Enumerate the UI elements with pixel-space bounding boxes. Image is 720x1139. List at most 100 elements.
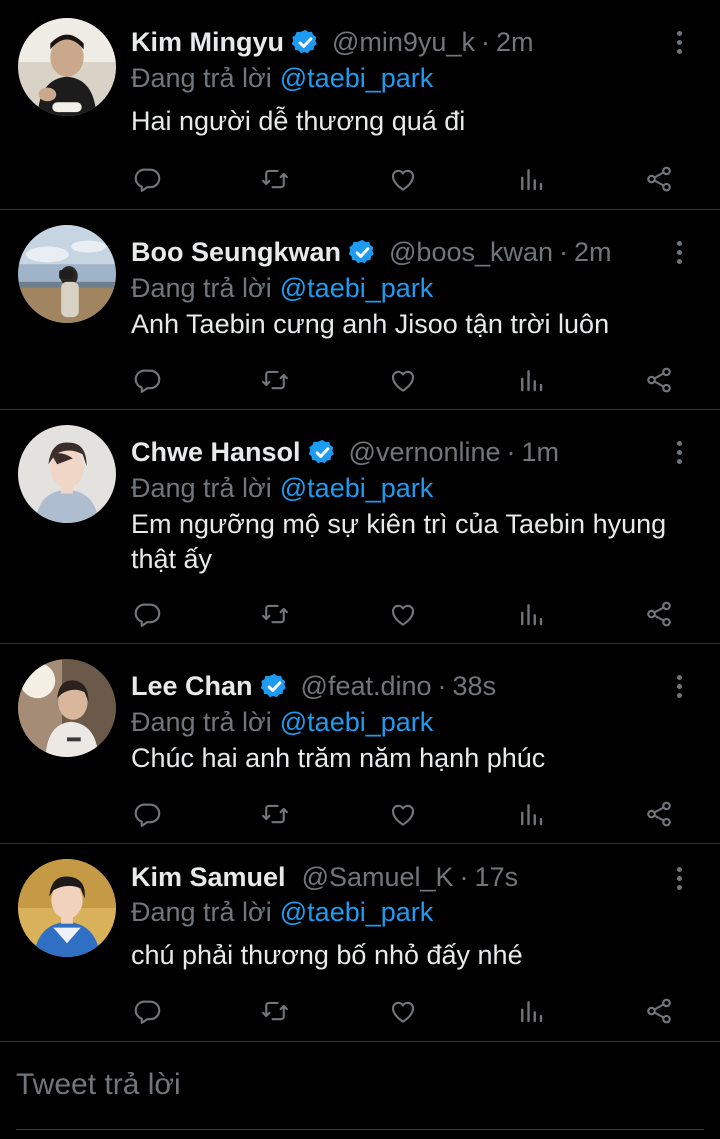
avatar-photo <box>18 425 116 523</box>
tweet-item[interactable]: Kim Samuel @Samuel_K · 17s Đang trả lời @… <box>0 844 720 1042</box>
retweet-icon <box>262 370 288 390</box>
replying-to-handle[interactable]: @taebi_park <box>280 897 434 927</box>
avatar[interactable] <box>18 425 116 523</box>
display-name[interactable]: Chwe Hansol <box>131 434 301 470</box>
display-name[interactable]: Lee Chan <box>131 668 253 704</box>
replying-to-label: Đang trả lời <box>131 897 272 927</box>
retweet-icon <box>262 169 288 189</box>
like-button[interactable] <box>386 994 420 1028</box>
tweet-text: chú phải thương bố nhỏ đấy nhé <box>131 940 523 970</box>
tweet-item[interactable]: Chwe Hansol @vernonline · 1m Đang trả lờ… <box>0 410 720 644</box>
tweet-item[interactable]: Lee Chan @feat.dino · 38s Đang trả lời @t… <box>0 644 720 844</box>
analytics-button[interactable] <box>514 797 548 831</box>
share-button[interactable] <box>642 597 676 631</box>
avatar[interactable] <box>18 225 116 323</box>
separator: · <box>559 237 569 267</box>
retweet-button[interactable] <box>258 597 292 631</box>
tweet-text: Hai người dễ thương quá đi <box>131 106 466 136</box>
like-button[interactable] <box>386 597 420 631</box>
handle[interactable]: @min9yu_k <box>332 24 475 60</box>
verified-badge-icon <box>260 673 286 697</box>
like-button[interactable] <box>386 797 420 831</box>
share-button[interactable] <box>642 797 676 831</box>
reply-button[interactable] <box>131 162 165 196</box>
share-button[interactable] <box>642 994 676 1028</box>
tweet-header: Kim Samuel @Samuel_K · 17s <box>131 859 518 895</box>
analytics-icon <box>521 169 543 191</box>
retweet-button[interactable] <box>258 363 292 397</box>
more-options-icon[interactable] <box>668 438 690 466</box>
reply-icon <box>134 803 161 827</box>
more-options-icon[interactable] <box>668 864 690 892</box>
display-name[interactable]: Boo Seungkwan <box>131 234 341 270</box>
timestamp[interactable]: 2m <box>574 234 612 270</box>
retweet-button[interactable] <box>258 162 292 196</box>
timestamp[interactable]: 2m <box>496 24 534 60</box>
replying-to-label: Đang trả lời <box>131 707 272 737</box>
replying-to-label: Đang trả lời <box>131 63 272 93</box>
analytics-button[interactable] <box>514 363 548 397</box>
retweet-icon <box>262 804 288 824</box>
avatar[interactable] <box>18 659 116 757</box>
more-options-icon[interactable] <box>668 238 690 266</box>
tweet-item[interactable]: Kim Mingyu @min9yu_k · 2m Đang trả lời @t… <box>0 0 720 210</box>
reply-thread: Kim Mingyu @min9yu_k · 2m Đang trả lời @t… <box>0 0 720 1139</box>
tweet-header: Kim Mingyu @min9yu_k · 2m <box>131 24 533 60</box>
more-options-icon[interactable] <box>668 28 690 56</box>
avatar-photo <box>18 18 116 116</box>
composer-underline <box>16 1129 704 1130</box>
replying-to-handle[interactable]: @taebi_park <box>280 473 434 503</box>
timestamp[interactable]: 17s <box>475 859 519 895</box>
more-options-icon[interactable] <box>668 672 690 700</box>
reply-button[interactable] <box>131 994 165 1028</box>
replying-to-label: Đang trả lời <box>131 273 272 303</box>
replying-to: Đang trả lời @taebi_park <box>131 894 433 930</box>
replying-to: Đang trả lời @taebi_park <box>131 470 433 506</box>
analytics-button[interactable] <box>514 597 548 631</box>
display-name[interactable]: Kim Samuel <box>131 859 286 895</box>
avatar[interactable] <box>18 859 116 957</box>
like-button[interactable] <box>386 363 420 397</box>
verified-badge-icon <box>291 29 317 53</box>
reply-icon <box>134 603 161 627</box>
replying-to-handle[interactable]: @taebi_park <box>280 273 434 303</box>
display-name[interactable]: Kim Mingyu <box>131 24 284 60</box>
analytics-button[interactable] <box>514 162 548 196</box>
replying-to-handle[interactable]: @taebi_park <box>280 63 434 93</box>
tweet-item[interactable]: Boo Seungkwan @boos_kwan · 2m Đang trả l… <box>0 210 720 410</box>
timestamp[interactable]: 38s <box>453 668 497 704</box>
replying-to-label: Đang trả lời <box>131 473 272 503</box>
tweet-actions <box>131 994 691 1034</box>
replying-to: Đang trả lời @taebi_park <box>131 704 433 740</box>
share-icon <box>647 998 671 1024</box>
like-icon <box>391 1001 415 1023</box>
share-icon <box>647 601 671 627</box>
reply-icon <box>134 1000 161 1024</box>
analytics-icon <box>521 370 543 392</box>
reply-input[interactable] <box>16 1065 696 1105</box>
handle[interactable]: @Samuel_K <box>302 859 454 895</box>
like-button[interactable] <box>386 162 420 196</box>
avatar[interactable] <box>18 18 116 116</box>
analytics-icon <box>521 1001 543 1023</box>
analytics-icon <box>521 604 543 626</box>
separator: · <box>480 27 490 57</box>
timestamp[interactable]: 1m <box>522 434 560 470</box>
retweet-button[interactable] <box>258 994 292 1028</box>
share-button[interactable] <box>642 162 676 196</box>
avatar-photo <box>18 225 116 323</box>
share-button[interactable] <box>642 363 676 397</box>
reply-button[interactable] <box>131 597 165 631</box>
reply-button[interactable] <box>131 797 165 831</box>
reply-button[interactable] <box>131 363 165 397</box>
handle[interactable]: @feat.dino <box>301 668 432 704</box>
retweet-button[interactable] <box>258 797 292 831</box>
reply-icon <box>134 168 161 192</box>
replying-to: Đang trả lời @taebi_park <box>131 60 433 96</box>
verified-badge-icon <box>308 439 334 463</box>
analytics-button[interactable] <box>514 994 548 1028</box>
handle[interactable]: @vernonline <box>349 434 501 470</box>
handle[interactable]: @boos_kwan <box>389 234 553 270</box>
replying-to-handle[interactable]: @taebi_park <box>280 707 434 737</box>
share-icon <box>647 367 671 393</box>
